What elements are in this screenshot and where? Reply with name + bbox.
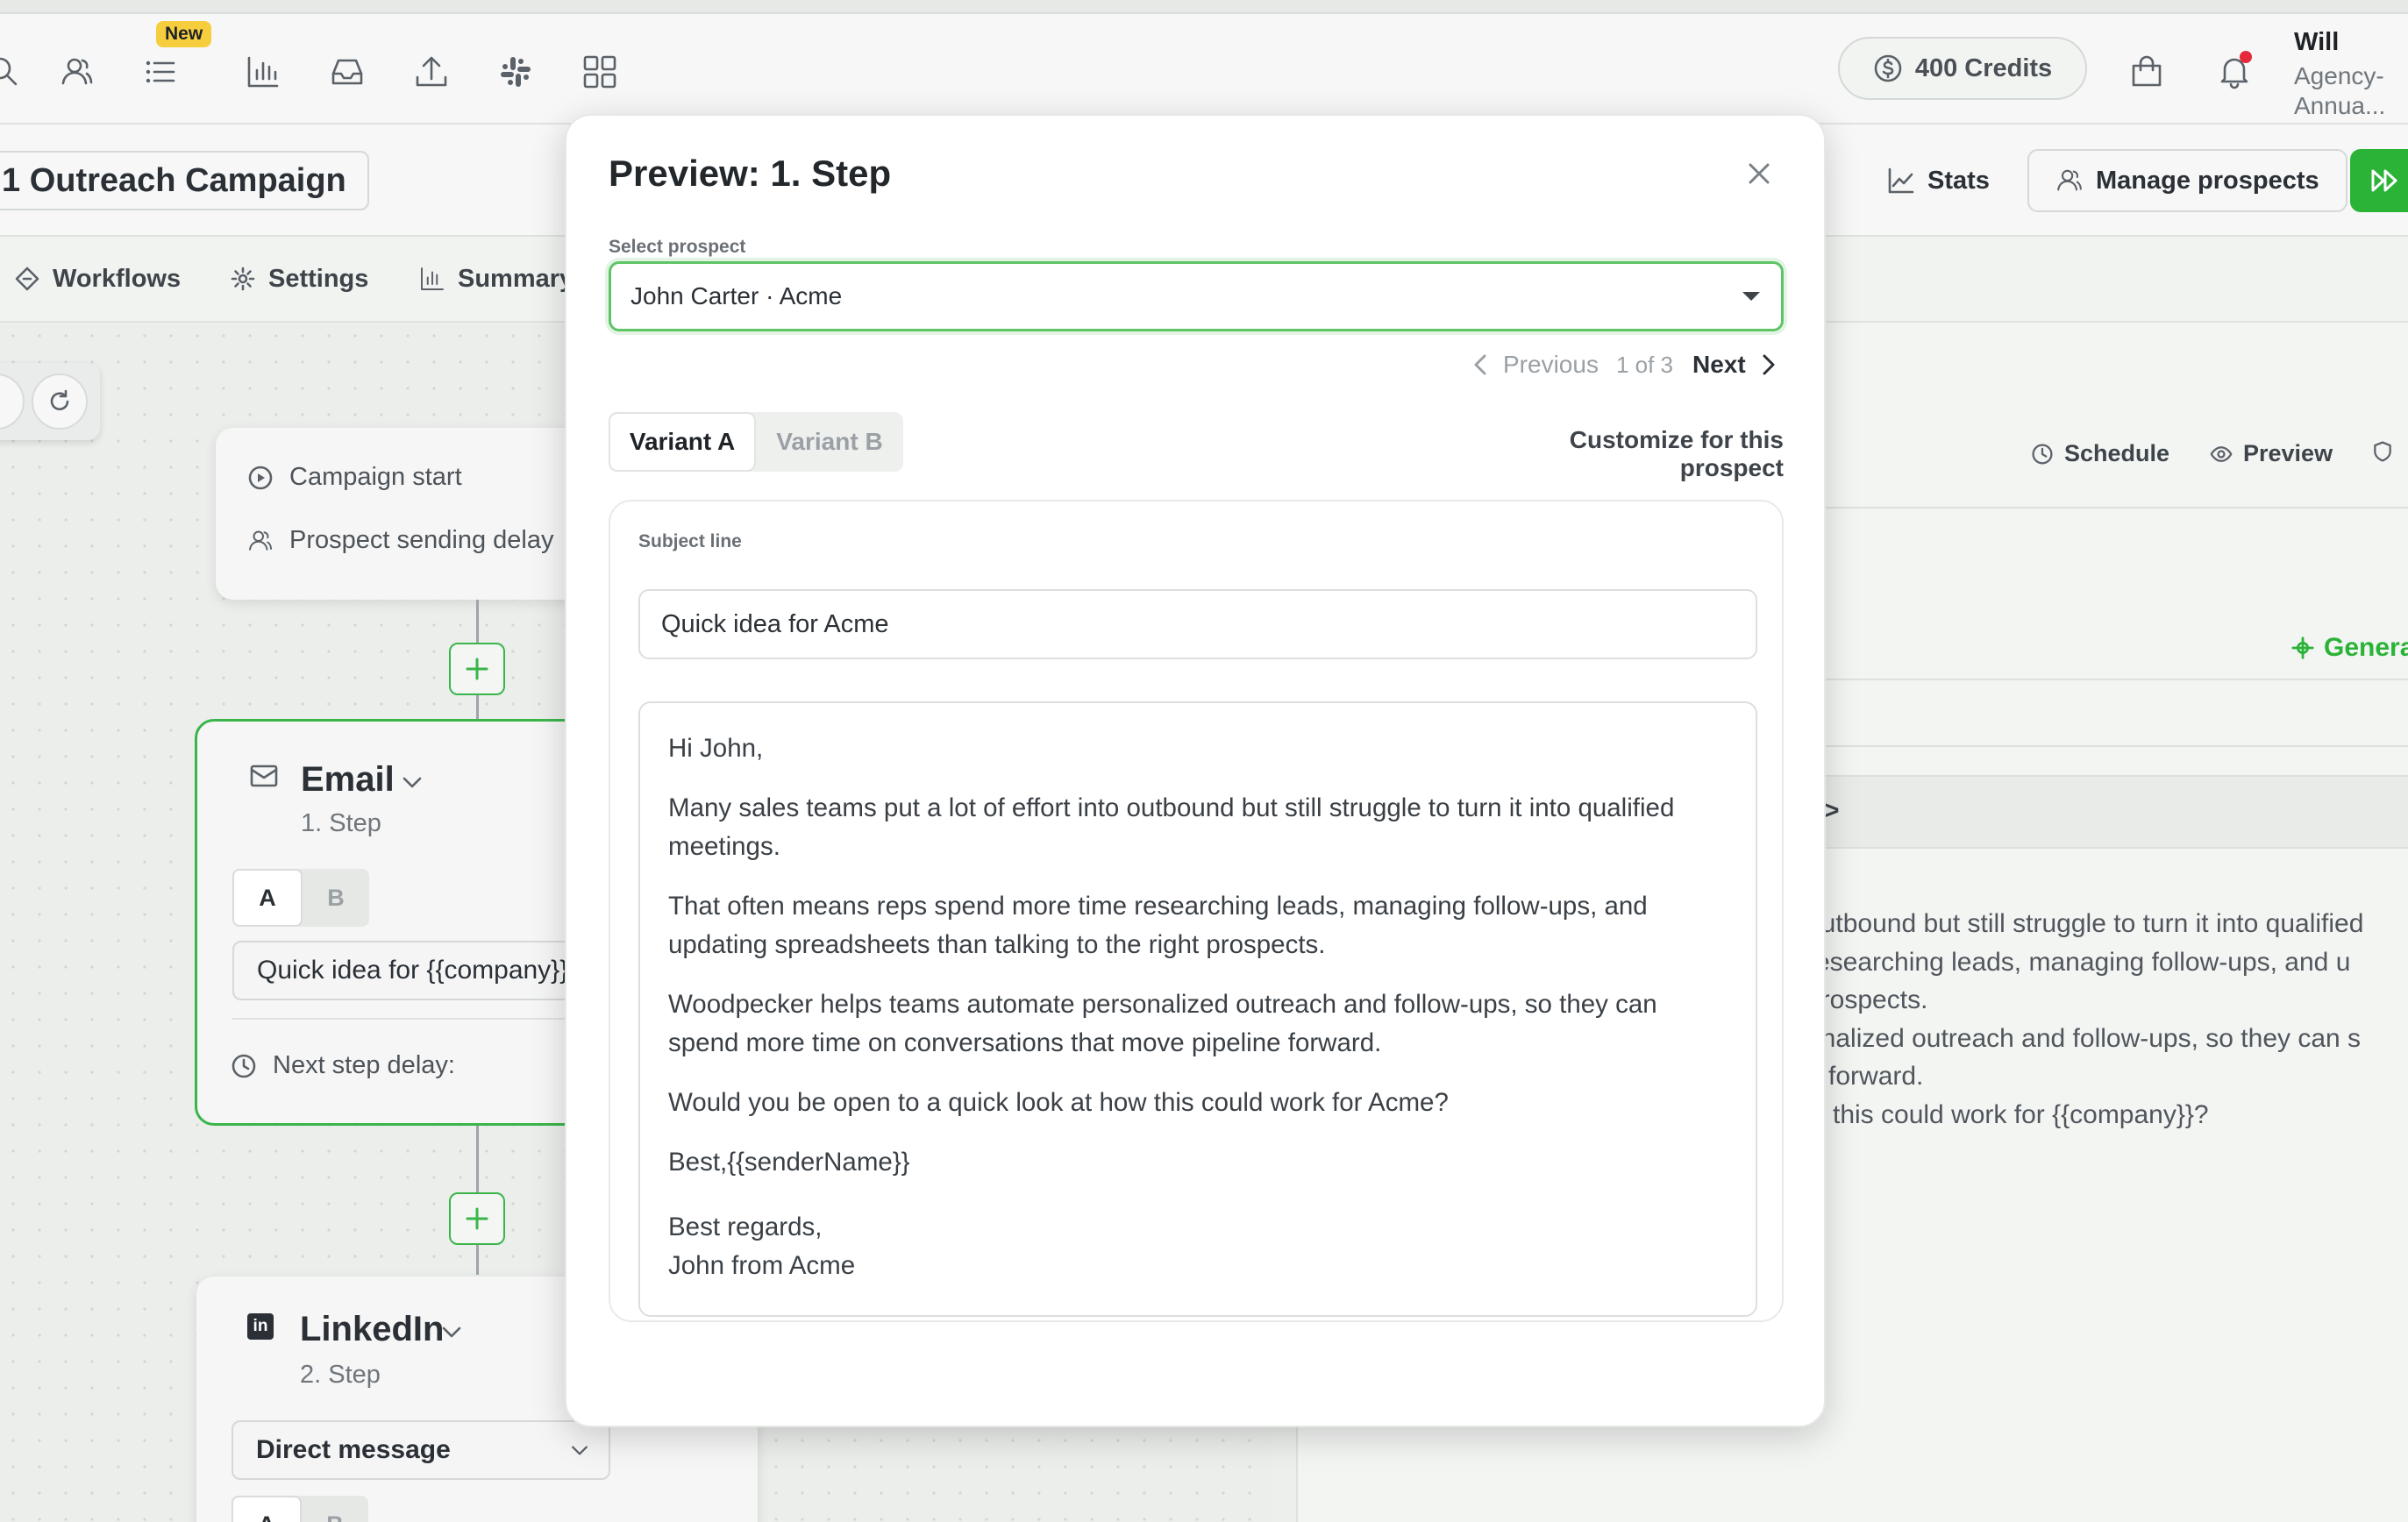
signature-line: Best regards, bbox=[668, 1213, 823, 1241]
body-paragraph: Woodpecker helps teams automate personal… bbox=[668, 990, 1657, 1057]
next-button[interactable]: Next bbox=[1692, 351, 1746, 379]
email-body[interactable]: Hi John, Many sales teams put a lot of e… bbox=[638, 701, 1757, 1317]
modal-title: Preview: 1. Step bbox=[609, 153, 892, 194]
signature-line: John from Acme bbox=[668, 1251, 856, 1280]
selected-prospect: John Carter · Acme bbox=[630, 282, 843, 309]
previous-button[interactable]: Previous bbox=[1503, 351, 1599, 379]
variant-b-tab[interactable]: Variant B bbox=[756, 412, 903, 472]
body-paragraph: Would you be open to a quick look at how… bbox=[668, 1088, 1449, 1117]
body-paragraph: Best,{{senderName}} bbox=[668, 1148, 910, 1177]
page-info: 1 of 3 bbox=[1615, 351, 1673, 378]
close-icon[interactable] bbox=[1742, 156, 1777, 191]
body-paragraph: That often means reps spend more time re… bbox=[668, 892, 1648, 959]
prospect-pager: Previous 1 of 3 Next bbox=[1470, 351, 1779, 379]
chevron-left-icon[interactable] bbox=[1470, 352, 1491, 378]
customize-prospect-link[interactable]: Customize for this prospect bbox=[1470, 426, 1784, 482]
preview-modal: Preview: 1. Step Select prospect John Ca… bbox=[565, 114, 1826, 1427]
variant-tabs: Variant A Variant B bbox=[609, 412, 903, 472]
body-paragraph: Many sales teams put a lot of effort int… bbox=[668, 793, 1675, 861]
chevron-right-icon[interactable] bbox=[1758, 352, 1779, 378]
subject-line-field[interactable]: Quick idea for Acme bbox=[638, 589, 1757, 659]
caret-down-icon bbox=[1741, 290, 1762, 302]
variant-a-tab[interactable]: Variant A bbox=[609, 412, 756, 472]
body-paragraph: Hi John, bbox=[668, 734, 764, 763]
prospect-select[interactable]: John Carter · Acme bbox=[609, 261, 1784, 331]
email-preview-panel: Subject line Quick idea for Acme Hi John… bbox=[609, 500, 1784, 1322]
subject-line-label: Subject line bbox=[638, 531, 742, 551]
select-prospect-label: Select prospect bbox=[609, 237, 746, 257]
